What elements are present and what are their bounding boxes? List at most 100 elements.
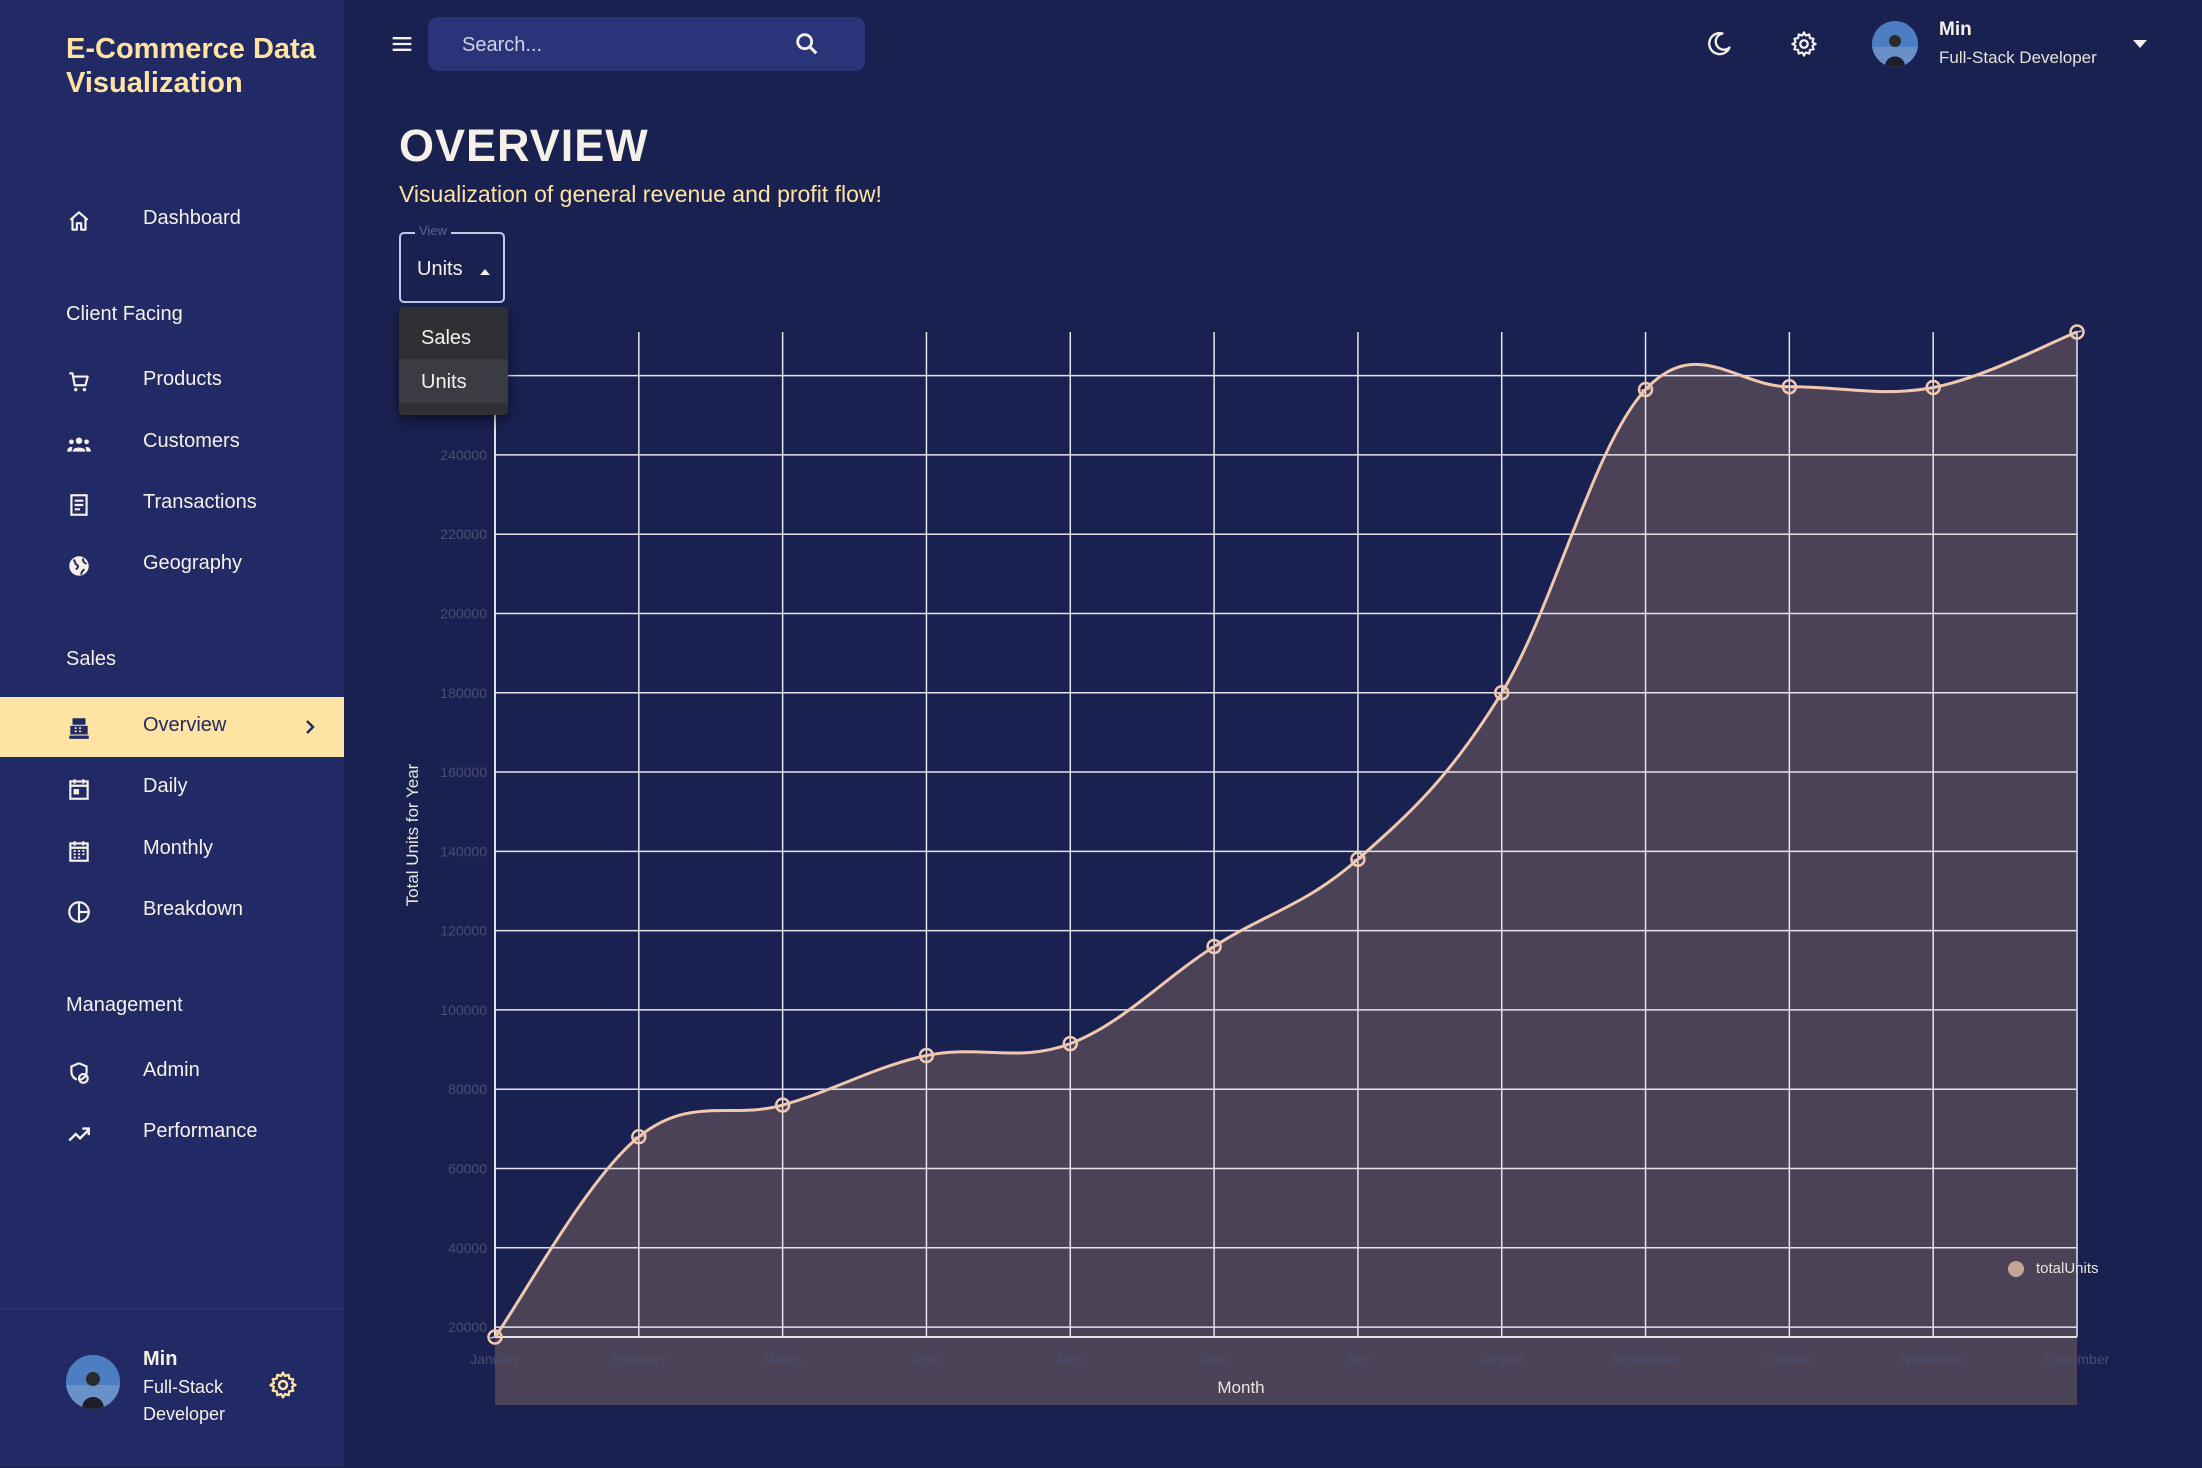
- brand-title: E-Commerce Data Visualization: [66, 33, 316, 99]
- shopping-cart-icon: [66, 369, 92, 395]
- x-tick-label: March: [763, 1351, 802, 1367]
- y-tick-label: 120000: [440, 923, 487, 939]
- sidebar-item-label: Monthly: [143, 837, 214, 859]
- y-tick-label: 220000: [440, 526, 487, 542]
- sidebar-item-breakdown[interactable]: Breakdown: [0, 881, 344, 941]
- data-point-mark: [1209, 944, 1219, 949]
- data-point: [1493, 685, 1510, 701]
- x-tick-label: September: [1611, 1351, 1680, 1367]
- y-tick-label: 200000: [440, 605, 487, 621]
- user-role[interactable]: Full-Stack Developer: [1939, 48, 2097, 68]
- data-point: [1206, 938, 1222, 955]
- data-point: [1925, 379, 1941, 396]
- search-bar: [428, 17, 865, 71]
- section-sales: Sales: [66, 648, 117, 670]
- data-point-mark: [1497, 691, 1507, 695]
- sidebar-item-geography[interactable]: Geography: [0, 535, 344, 595]
- sidebar-item-dashboard[interactable]: Dashboard: [0, 190, 344, 250]
- y-tick-label: 60000: [448, 1161, 487, 1177]
- legend-dot: [2008, 1261, 2024, 1277]
- x-axis-title: Month: [1217, 1378, 1264, 1397]
- x-tick-label: October: [1764, 1351, 1814, 1367]
- data-point: [1637, 381, 1654, 398]
- x-tick-label: January: [470, 1351, 520, 1367]
- admin-panel-icon: [66, 1060, 92, 1086]
- user-role: Full-Stack Developer: [143, 1377, 226, 1424]
- x-tick-label: December: [2045, 1351, 2110, 1367]
- calendar-month-icon: [66, 838, 92, 864]
- menu-item-units[interactable]: Units: [399, 359, 508, 403]
- sidebar-item-performance[interactable]: Performance: [0, 1103, 344, 1163]
- series-line: [493, 330, 2078, 1338]
- data-point-mark: [1928, 385, 1938, 390]
- data-point: [1350, 851, 1366, 868]
- data-point: [631, 1129, 647, 1145]
- user-name: Min: [143, 1348, 178, 1370]
- avatar[interactable]: [1872, 21, 1918, 67]
- section-client-facing: Client Facing: [66, 303, 183, 325]
- sidebar-item-label: Admin: [143, 1059, 200, 1081]
- calendar-today-icon: [66, 776, 92, 802]
- legend-label: totalUnits: [2036, 1260, 2099, 1277]
- menu-item-sales[interactable]: Sales: [399, 315, 508, 359]
- y-tick-label: 100000: [440, 1002, 487, 1018]
- x-tick-label: February: [611, 1351, 667, 1367]
- sidebar-item-label: Overview: [143, 714, 227, 736]
- data-point-mark: [2072, 330, 2082, 334]
- data-point-mark: [1640, 387, 1651, 392]
- y-tick-label: 180000: [440, 685, 487, 701]
- sidebar-item-label: Dashboard: [143, 207, 241, 229]
- data-point-mark: [1353, 857, 1363, 862]
- y-axis-title: Total Units for Year: [403, 763, 422, 906]
- data-point: [1781, 378, 1798, 395]
- data-point-mark: [1784, 384, 1795, 389]
- sidebar-item-label: Breakdown: [143, 898, 244, 920]
- group-icon: [66, 431, 92, 457]
- search-icon[interactable]: [793, 30, 821, 58]
- data-point: [918, 1047, 935, 1064]
- gear-icon[interactable]: [1790, 30, 1818, 58]
- data-point-mark: [490, 1335, 500, 1339]
- sidebar-item-monthly[interactable]: Monthly: [0, 820, 344, 880]
- avatar: [66, 1355, 120, 1409]
- sidebar-item-label: Daily: [143, 775, 188, 797]
- home-icon: [66, 208, 92, 234]
- sidebar-item-overview[interactable]: Overview: [0, 697, 344, 757]
- pie-chart-icon: [66, 899, 92, 925]
- chevron-right-icon: [298, 715, 322, 739]
- page-title: OVERVIEW: [399, 120, 649, 171]
- dark-mode-icon[interactable]: [1705, 30, 1733, 58]
- y-tick-label: 40000: [448, 1240, 487, 1256]
- sidebar: E-Commerce Data Visualization Dashboard …: [0, 0, 344, 1467]
- area-fill: [495, 332, 2077, 1405]
- user-name[interactable]: Min: [1939, 19, 1972, 41]
- data-point: [1062, 1035, 1079, 1052]
- receipt-icon: [66, 492, 92, 518]
- gear-icon[interactable]: [268, 1370, 298, 1400]
- x-tick-label: November: [1901, 1351, 1966, 1367]
- menu-item-label: Units: [421, 371, 467, 393]
- y-tick-label: 160000: [440, 764, 487, 780]
- x-tick-label: July: [1345, 1351, 1370, 1367]
- y-tick-label: 20000: [448, 1319, 487, 1335]
- globe-icon: [66, 553, 92, 579]
- point-of-sale-icon: [66, 715, 92, 741]
- arrow-drop-up-icon: [479, 264, 491, 275]
- menu-icon[interactable]: [388, 30, 416, 58]
- y-tick-label: 240000: [440, 447, 487, 463]
- y-tick-label: 140000: [440, 843, 487, 859]
- data-point-mark: [1065, 1041, 1075, 1046]
- sidebar-item-products[interactable]: Products: [0, 351, 344, 411]
- arrow-drop-down-icon[interactable]: [2128, 34, 2152, 54]
- view-select-menu: Sales Units: [399, 307, 508, 415]
- sidebar-item-customers[interactable]: Customers: [0, 413, 344, 473]
- data-point-mark: [634, 1135, 644, 1139]
- view-select[interactable]: View Units: [399, 223, 505, 303]
- sidebar-item-admin[interactable]: Admin: [0, 1042, 344, 1102]
- sidebar-item-label: Transactions: [143, 491, 257, 513]
- sidebar-item-transactions[interactable]: Transactions: [0, 474, 344, 534]
- sidebar-item-label: Products: [143, 368, 222, 390]
- sidebar-item-daily[interactable]: Daily: [0, 758, 344, 818]
- search-input[interactable]: [460, 29, 784, 61]
- x-tick-label: August: [1480, 1351, 1524, 1367]
